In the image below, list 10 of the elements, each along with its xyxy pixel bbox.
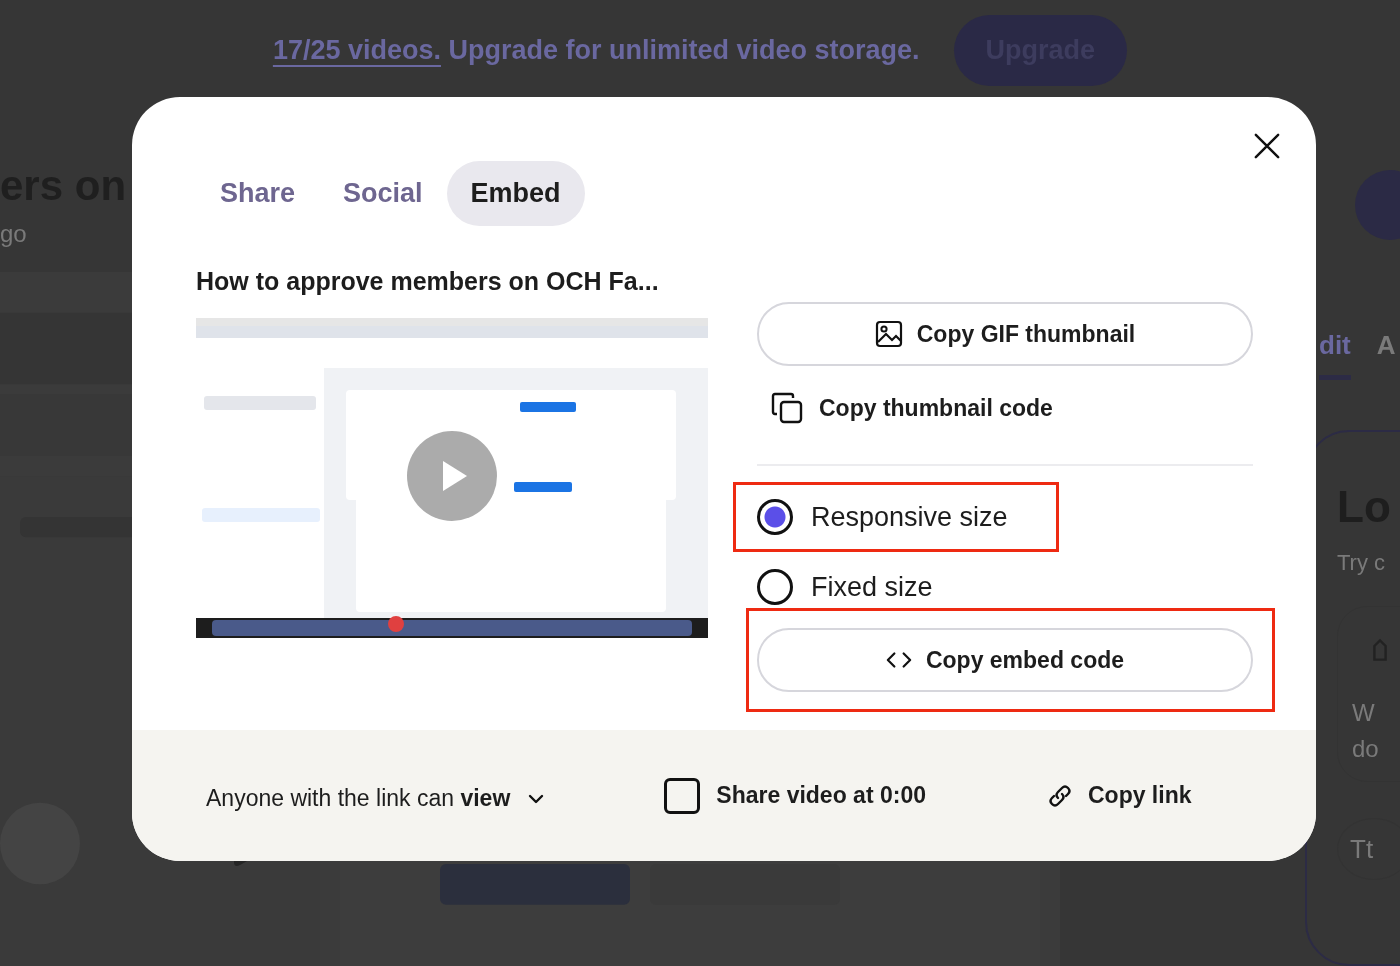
card-text: Try c <box>1337 550 1386 576</box>
close-icon[interactable] <box>1254 133 1280 159</box>
tab[interactable]: Social <box>319 161 447 226</box>
copy-link-button[interactable]: Copy link <box>1045 781 1192 810</box>
video-date: go <box>0 220 27 248</box>
tab[interactable]: Embed <box>446 161 585 226</box>
upgrade-notice: 17/25 videos. Upgrade for unlimited video storage. <box>272 34 920 66</box>
option-text: W <box>1352 698 1376 728</box>
option-text: do <box>1352 734 1380 764</box>
tab[interactable]: Share <box>196 161 320 226</box>
